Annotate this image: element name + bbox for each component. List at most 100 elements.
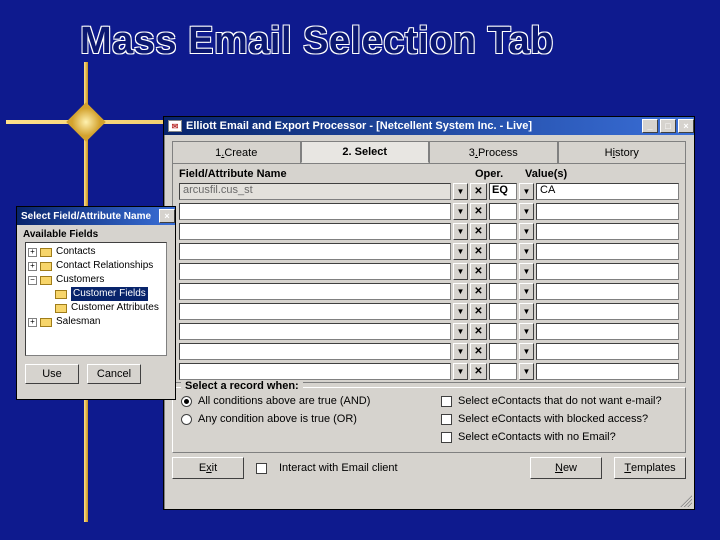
operator-input[interactable] — [489, 263, 517, 280]
field-input[interactable] — [179, 223, 451, 240]
field-dropdown-icon[interactable]: ▼ — [453, 223, 468, 240]
tree-item[interactable]: Customer Fields — [28, 287, 164, 301]
clear-row-button[interactable]: ✕ — [470, 323, 487, 340]
value-input[interactable] — [536, 203, 679, 220]
use-button[interactable]: Use — [25, 364, 79, 384]
operator-dropdown-icon[interactable]: ▼ — [519, 243, 534, 260]
operator-dropdown-icon[interactable]: ▼ — [519, 363, 534, 380]
clear-row-button[interactable]: ✕ — [470, 283, 487, 300]
header-values: Value(s) — [525, 168, 679, 180]
clear-row-button[interactable]: ✕ — [470, 223, 487, 240]
econtact-check-1[interactable]: Select eContacts with blocked access? — [441, 410, 677, 428]
operator-input[interactable] — [489, 283, 517, 300]
clear-row-button[interactable]: ✕ — [470, 203, 487, 220]
clear-row-button[interactable]: ✕ — [470, 303, 487, 320]
field-dropdown-icon[interactable]: ▼ — [453, 243, 468, 260]
field-picker-dialog: Select Field/Attribute Name × Available … — [16, 206, 176, 400]
value-input[interactable] — [536, 363, 679, 380]
criteria-row: ▼✕▼ — [179, 282, 679, 301]
tab-2[interactable]: 3. Process — [429, 141, 558, 163]
value-input[interactable]: CA — [536, 183, 679, 200]
tree-item[interactable]: +Contact Relationships — [28, 259, 164, 273]
clear-row-button[interactable]: ✕ — [470, 343, 487, 360]
econtact-check-0[interactable]: Select eContacts that do not want e-mail… — [441, 392, 677, 410]
tree-expander-icon[interactable]: + — [28, 248, 37, 257]
tree-item[interactable]: +Contacts — [28, 245, 164, 259]
operator-input[interactable] — [489, 203, 517, 220]
clear-row-button[interactable]: ✕ — [470, 363, 487, 380]
clear-row-button[interactable]: ✕ — [470, 243, 487, 260]
operator-dropdown-icon[interactable]: ▼ — [519, 263, 534, 280]
criteria-row: ▼✕▼ — [179, 302, 679, 321]
field-input[interactable] — [179, 263, 451, 280]
operator-input[interactable] — [489, 363, 517, 380]
new-button[interactable]: New — [530, 457, 602, 479]
value-input[interactable] — [536, 343, 679, 360]
value-input[interactable] — [536, 263, 679, 280]
interact-checkbox[interactable] — [256, 463, 267, 474]
tree-item[interactable]: +Salesman — [28, 315, 164, 329]
tree-item[interactable]: Customer Attributes — [28, 301, 164, 315]
max-button[interactable]: □ — [660, 119, 676, 133]
picker-close-button[interactable]: × — [159, 209, 175, 223]
slide-title: Mass Email Selection Tab — [80, 20, 554, 63]
value-input[interactable] — [536, 323, 679, 340]
min-button[interactable]: _ — [642, 119, 658, 133]
tab-3[interactable]: History — [558, 141, 687, 163]
econtact-check-2[interactable]: Select eContacts with no Email? — [441, 428, 677, 446]
tree-expander-icon[interactable]: + — [28, 262, 37, 271]
value-input[interactable] — [536, 283, 679, 300]
value-input[interactable] — [536, 223, 679, 240]
operator-dropdown-icon[interactable]: ▼ — [519, 343, 534, 360]
criteria-row: ▼✕▼ — [179, 342, 679, 361]
field-input[interactable] — [179, 323, 451, 340]
tree-expander-icon[interactable]: + — [28, 318, 37, 327]
operator-input[interactable] — [489, 223, 517, 240]
field-dropdown-icon[interactable]: ▼ — [453, 203, 468, 220]
value-input[interactable] — [536, 303, 679, 320]
field-dropdown-icon[interactable]: ▼ — [453, 323, 468, 340]
field-input[interactable] — [179, 243, 451, 260]
field-dropdown-icon[interactable]: ▼ — [453, 183, 468, 200]
tab-0[interactable]: 1. Create — [172, 141, 301, 163]
folder-icon — [55, 304, 67, 313]
operator-dropdown-icon[interactable]: ▼ — [519, 203, 534, 220]
operator-dropdown-icon[interactable]: ▼ — [519, 303, 534, 320]
operator-dropdown-icon[interactable]: ▼ — [519, 223, 534, 240]
field-tree[interactable]: +Contacts+Contact Relationships−Customer… — [25, 242, 167, 356]
operator-input[interactable]: EQ — [489, 183, 517, 200]
clear-row-button[interactable]: ✕ — [470, 183, 487, 200]
tree-expander-icon[interactable]: − — [28, 276, 37, 285]
operator-input[interactable] — [489, 323, 517, 340]
field-dropdown-icon[interactable]: ▼ — [453, 283, 468, 300]
field-input[interactable] — [179, 203, 451, 220]
tab-1[interactable]: 2. Select — [301, 141, 430, 163]
radio-or[interactable]: Any condition above is true (OR) — [181, 410, 441, 428]
field-input[interactable] — [179, 303, 451, 320]
clear-row-button[interactable]: ✕ — [470, 263, 487, 280]
operator-dropdown-icon[interactable]: ▼ — [519, 183, 534, 200]
cancel-button[interactable]: Cancel — [87, 364, 141, 384]
templates-button[interactable]: Templates — [614, 457, 686, 479]
field-dropdown-icon[interactable]: ▼ — [453, 363, 468, 380]
field-dropdown-icon[interactable]: ▼ — [453, 263, 468, 280]
field-dropdown-icon[interactable]: ▼ — [453, 303, 468, 320]
field-input[interactable] — [179, 283, 451, 300]
field-input[interactable] — [179, 343, 451, 360]
value-input[interactable] — [536, 243, 679, 260]
operator-dropdown-icon[interactable]: ▼ — [519, 283, 534, 300]
operator-input[interactable] — [489, 303, 517, 320]
criteria-header: Field/Attribute Name Oper. Value(s) — [173, 164, 685, 182]
operator-input[interactable] — [489, 243, 517, 260]
operator-dropdown-icon[interactable]: ▼ — [519, 323, 534, 340]
close-button[interactable]: × — [678, 119, 694, 133]
field-input[interactable] — [179, 363, 451, 380]
field-input[interactable]: arcusfil.cus_st — [179, 183, 451, 200]
resize-grip[interactable] — [680, 495, 692, 507]
tree-item[interactable]: −Customers — [28, 273, 164, 287]
radio-icon — [181, 396, 192, 407]
radio-and[interactable]: All conditions above are true (AND) — [181, 392, 441, 410]
field-dropdown-icon[interactable]: ▼ — [453, 343, 468, 360]
operator-input[interactable] — [489, 343, 517, 360]
exit-button[interactable]: Exit — [172, 457, 244, 479]
